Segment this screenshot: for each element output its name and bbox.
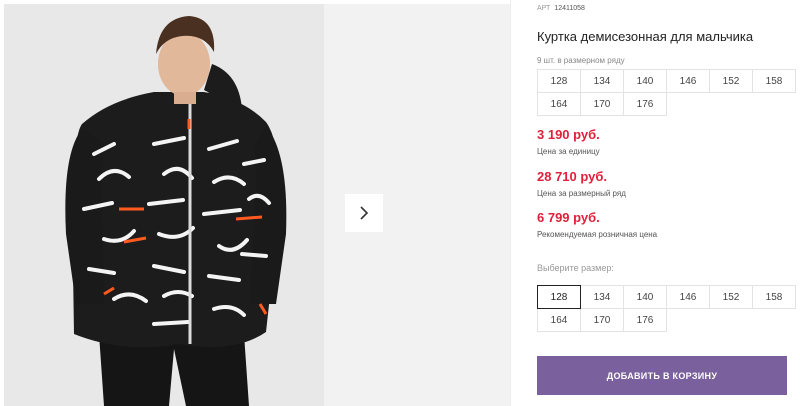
size-option-158[interactable]: 158 — [752, 285, 796, 309]
column-divider — [510, 0, 511, 406]
size-option-170[interactable]: 170 — [580, 308, 624, 332]
size-option-140[interactable]: 140 — [623, 285, 667, 309]
row-size-cell: 176 — [623, 92, 667, 116]
size-option-146[interactable]: 146 — [666, 285, 710, 309]
product-gallery — [0, 0, 510, 406]
size-option-152[interactable]: 152 — [709, 285, 753, 309]
row-size-cell: 140 — [623, 69, 667, 93]
chevron-right-icon — [360, 206, 369, 220]
retail-price: 6 799 руб. — [537, 210, 600, 225]
row-size-cell: 146 — [666, 69, 710, 93]
sku-code: 12411058 — [554, 5, 585, 12]
size-option-134[interactable]: 134 — [580, 285, 624, 309]
row-size-cell: 128 — [537, 69, 581, 93]
product-title: Куртка демисезонная для мальчика — [537, 29, 754, 44]
unit-price-label: Цена за единицу — [537, 147, 600, 156]
row-price-label: Цена за размерный ряд — [537, 189, 626, 198]
gallery-next-button[interactable] — [345, 194, 383, 232]
size-row-table: 128 134 140 146 152 158 164 170 176 — [537, 69, 796, 116]
boy-photo-illustration — [4, 4, 324, 406]
row-price: 28 710 руб. — [537, 169, 608, 184]
row-size-cell: 152 — [709, 69, 753, 93]
row-size-cell: 134 — [580, 69, 624, 93]
retail-price-label: Рекомендуемая розничная цена — [537, 230, 658, 239]
sku-label: АРТ — [537, 5, 551, 12]
size-row-note: 9 шт. в размерном ряду — [537, 56, 625, 65]
product-sku: АРТ 12411058 — [537, 5, 585, 12]
add-to-cart-button[interactable]: ДОБАВИТЬ В КОРЗИНУ — [537, 356, 787, 395]
size-option-176[interactable]: 176 — [623, 308, 667, 332]
size-picker: 128 134 140 146 152 158 164 170 176 — [537, 285, 796, 332]
row-size-cell: 164 — [537, 92, 581, 116]
unit-price: 3 190 руб. — [537, 127, 600, 142]
size-option-164[interactable]: 164 — [537, 308, 581, 332]
row-size-cell: 170 — [580, 92, 624, 116]
size-picker-label: Выберите размер: — [537, 263, 614, 273]
product-photo[interactable] — [4, 4, 324, 406]
row-size-cell: 158 — [752, 69, 796, 93]
size-option-128[interactable]: 128 — [537, 285, 581, 309]
